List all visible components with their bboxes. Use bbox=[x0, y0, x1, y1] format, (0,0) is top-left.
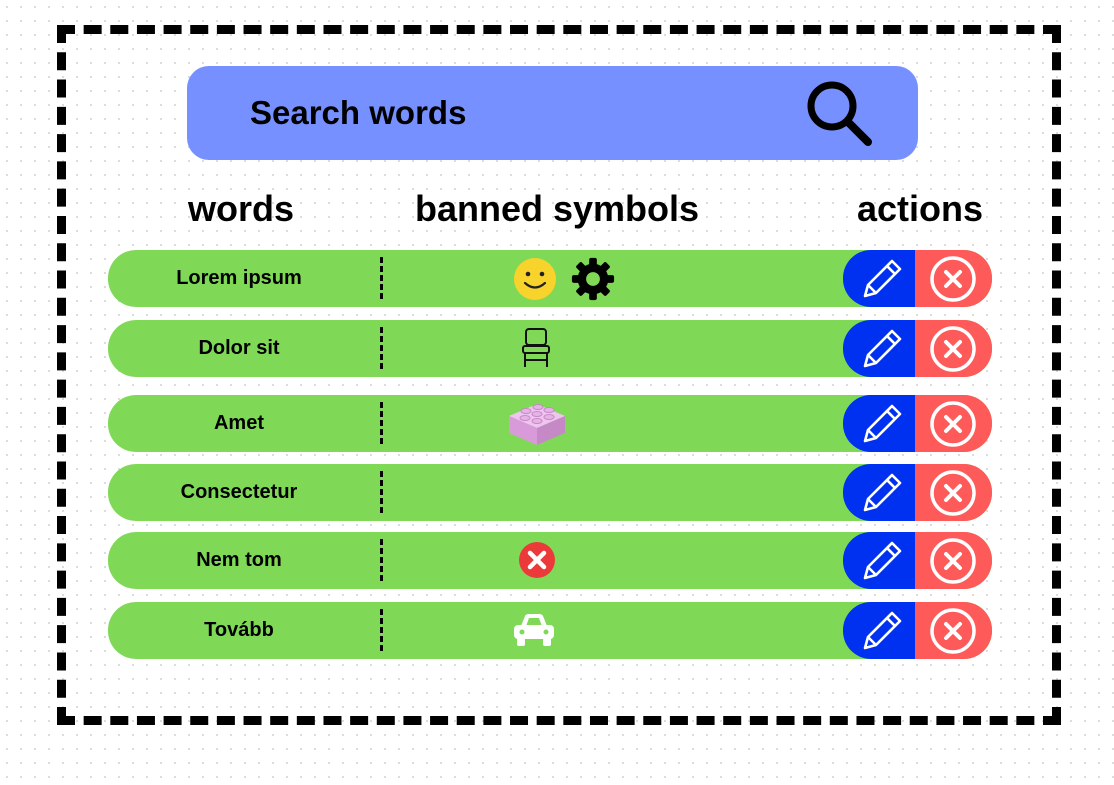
close-circle-icon bbox=[930, 326, 976, 372]
delete-button[interactable] bbox=[915, 320, 992, 377]
close-circle-icon bbox=[930, 538, 976, 584]
word-label: Amet bbox=[213, 412, 264, 434]
red-x-icon bbox=[519, 542, 555, 578]
car-icon bbox=[514, 614, 554, 646]
word-label: Lorem ipsum bbox=[176, 267, 302, 289]
actions-column-header: actions bbox=[857, 188, 984, 229]
pencil-icon bbox=[863, 329, 902, 368]
pencil-icon bbox=[863, 611, 902, 650]
lego-brick-icon bbox=[509, 404, 565, 445]
delete-button[interactable] bbox=[915, 250, 992, 307]
table-row: Dolor sit bbox=[108, 320, 992, 377]
pencil-icon bbox=[863, 541, 902, 580]
word-label: Consectetur bbox=[180, 481, 298, 503]
table-row: Nem tom bbox=[108, 532, 992, 589]
search-label: Search words bbox=[250, 94, 467, 131]
edit-button[interactable] bbox=[843, 464, 923, 521]
edit-button[interactable] bbox=[843, 320, 923, 377]
edit-button[interactable] bbox=[843, 395, 923, 452]
close-circle-icon bbox=[930, 401, 976, 447]
close-circle-icon bbox=[930, 256, 976, 302]
row-divider bbox=[380, 539, 383, 581]
gear-icon bbox=[571, 257, 615, 301]
close-circle-icon bbox=[930, 470, 976, 516]
table-row: Tovább bbox=[108, 602, 992, 659]
row-divider bbox=[380, 327, 383, 369]
search-icon[interactable] bbox=[804, 78, 874, 148]
word-label: Dolor sit bbox=[198, 337, 280, 359]
words-column-header: words bbox=[188, 188, 295, 229]
word-label: Tovább bbox=[204, 619, 274, 641]
row-divider bbox=[380, 257, 383, 299]
table-row: Amet bbox=[108, 395, 992, 452]
chair-icon bbox=[522, 328, 550, 367]
pencil-icon bbox=[863, 404, 902, 443]
row-divider bbox=[380, 402, 383, 444]
banned-symbols-column-header: banned symbols bbox=[415, 188, 700, 229]
table-row: Consectetur bbox=[108, 464, 992, 521]
delete-button[interactable] bbox=[915, 395, 992, 452]
smiley-face-icon bbox=[514, 258, 556, 300]
close-circle-icon bbox=[930, 608, 976, 654]
pencil-icon bbox=[863, 259, 902, 298]
edit-button[interactable] bbox=[843, 602, 923, 659]
table-row: Lorem ipsum bbox=[108, 250, 992, 307]
delete-button[interactable] bbox=[915, 532, 992, 589]
edit-button[interactable] bbox=[843, 250, 923, 307]
row-divider bbox=[380, 471, 383, 513]
word-label: Nem tom bbox=[196, 549, 282, 571]
row-divider bbox=[380, 609, 383, 651]
delete-button[interactable] bbox=[915, 464, 992, 521]
pencil-icon bbox=[863, 473, 902, 512]
edit-button[interactable] bbox=[843, 532, 923, 589]
search-bar[interactable]: Search words bbox=[187, 66, 918, 160]
delete-button[interactable] bbox=[915, 602, 992, 659]
